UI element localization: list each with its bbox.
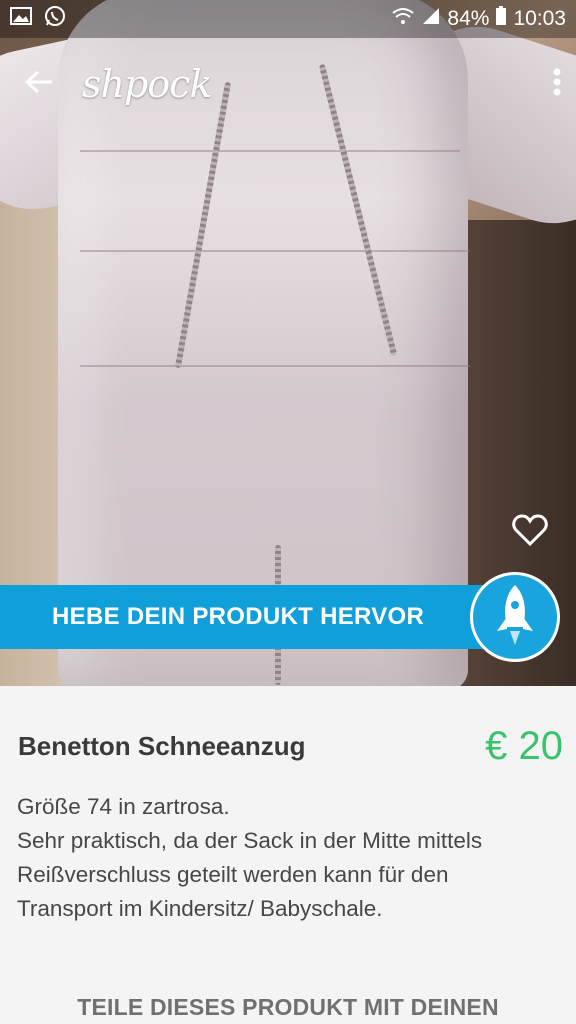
product-description: Größe 74 in zartrosa. Sehr praktisch, da… bbox=[17, 790, 562, 926]
more-vert-icon[interactable] bbox=[552, 67, 562, 102]
battery-icon bbox=[495, 6, 507, 32]
share-heading: TEILE DIESES PRODUKT MIT DEINEN bbox=[77, 994, 499, 1020]
photo-seam bbox=[80, 365, 470, 367]
promote-banner[interactable]: HEBE DEIN PRODUKT HERVOR bbox=[0, 585, 510, 649]
rocket-icon bbox=[491, 583, 539, 652]
product-price: € 20 bbox=[485, 724, 563, 768]
gallery-icon bbox=[10, 7, 32, 31]
product-title: Benetton Schneeanzug bbox=[18, 731, 306, 761]
heart-outline-icon[interactable] bbox=[512, 513, 552, 553]
wifi-icon bbox=[391, 7, 415, 31]
description-line: Reißverschluss geteilt werden kann für d… bbox=[17, 862, 449, 887]
whatsapp-icon bbox=[44, 5, 66, 33]
signal-icon bbox=[421, 7, 441, 31]
product-details: Benetton Schneeanzug € 20 Größe 74 in za… bbox=[0, 686, 576, 1024]
clock: 10:03 bbox=[513, 7, 566, 30]
description-line: Größe 74 in zartrosa. bbox=[17, 794, 230, 819]
arrow-back-icon[interactable] bbox=[24, 69, 54, 100]
description-line: Sehr praktisch, da der Sack in der Mitte… bbox=[17, 828, 483, 853]
status-bar: 84% 10:03 bbox=[0, 0, 576, 38]
description-line: Transport im Kindersitz/ Babyschale. bbox=[17, 896, 383, 921]
battery-percent: 84% bbox=[447, 7, 490, 30]
photo-seam bbox=[80, 150, 460, 152]
promote-button[interactable] bbox=[470, 572, 560, 662]
app-bar: shpock bbox=[0, 44, 576, 124]
photo-seam bbox=[80, 250, 470, 252]
shpock-logo: shpock bbox=[82, 62, 212, 106]
promote-label: HEBE DEIN PRODUKT HERVOR bbox=[52, 603, 425, 630]
